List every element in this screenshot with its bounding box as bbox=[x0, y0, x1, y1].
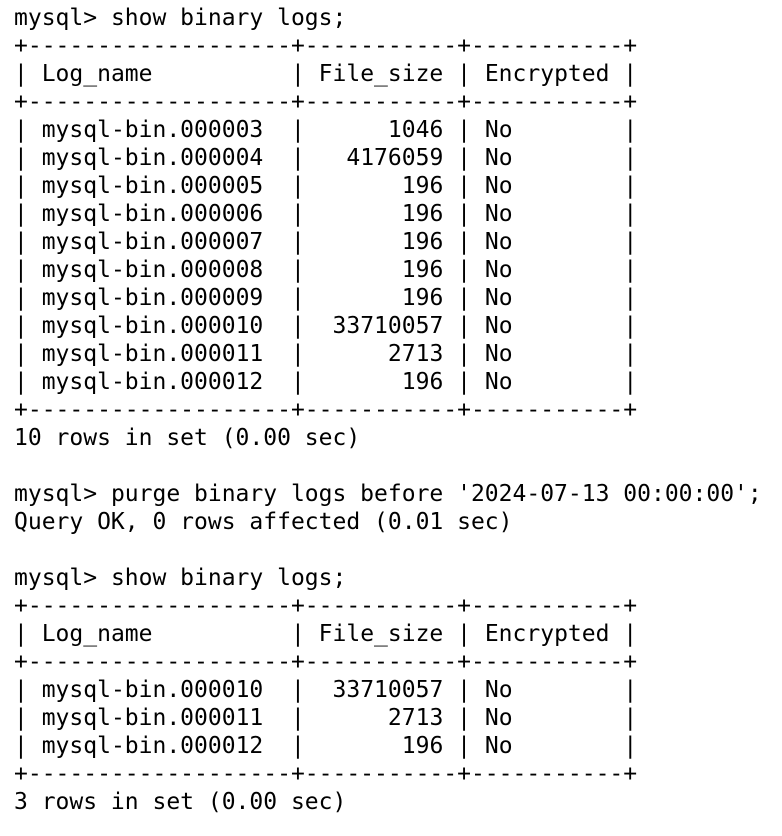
result-summary: 3 rows in set (0.00 sec) bbox=[14, 789, 347, 815]
result-table: +-------------------+-----------+-------… bbox=[14, 592, 782, 788]
log-name-cell: mysql-bin.000010 bbox=[41, 677, 264, 703]
file-size-cell: 33710057 bbox=[332, 313, 444, 339]
file-size-cell: 33710057 bbox=[332, 677, 444, 703]
log-name-cell: mysql-bin.000003 bbox=[41, 117, 264, 143]
table-row: | mysql-bin.000011 | 2713 | No | bbox=[14, 705, 638, 731]
log-name-cell: mysql-bin.000011 bbox=[41, 705, 264, 731]
column-header: Log_name bbox=[41, 61, 153, 87]
mysql-prompt: mysql> bbox=[14, 565, 111, 591]
terminal-output[interactable]: mysql> show binary logs; +---------------… bbox=[0, 0, 782, 836]
table-border: +-------------------+-----------+-------… bbox=[14, 761, 638, 787]
table-row: | mysql-bin.000003 | 1046 | No | bbox=[14, 117, 638, 143]
encrypted-cell: No bbox=[484, 145, 513, 171]
file-size-cell: 196 bbox=[401, 201, 444, 227]
column-header: Encrypted bbox=[484, 621, 610, 647]
table-row: | mysql-bin.000009 | 196 | No | bbox=[14, 285, 638, 311]
log-name-cell: mysql-bin.000012 bbox=[41, 733, 264, 759]
log-name-cell: mysql-bin.000005 bbox=[41, 173, 264, 199]
table-row: | mysql-bin.000012 | 196 | No | bbox=[14, 733, 638, 759]
file-size-cell: 1046 bbox=[387, 117, 444, 143]
encrypted-cell: No bbox=[484, 733, 513, 759]
encrypted-cell: No bbox=[484, 285, 513, 311]
file-size-cell: 196 bbox=[401, 285, 444, 311]
log-name-cell: mysql-bin.000008 bbox=[41, 257, 264, 283]
command-line: mysql> show binary logs; bbox=[14, 564, 782, 592]
table-header-row: | Log_name | File_size | Encrypted | bbox=[14, 621, 638, 647]
file-size-cell: 2713 bbox=[387, 341, 444, 367]
log-name-cell: mysql-bin.000011 bbox=[41, 341, 264, 367]
file-size-cell: 196 bbox=[401, 229, 444, 255]
command-line: mysql> show binary logs; bbox=[14, 4, 782, 32]
table-border: +-------------------+-----------+-------… bbox=[14, 89, 638, 115]
column-header: File_size bbox=[318, 61, 444, 87]
encrypted-cell: No bbox=[484, 705, 513, 731]
file-size-cell: 196 bbox=[401, 173, 444, 199]
table-row: | mysql-bin.000006 | 196 | No | bbox=[14, 201, 638, 227]
table-row: | mysql-bin.000004 | 4176059 | No | bbox=[14, 145, 638, 171]
table-row: | mysql-bin.000008 | 196 | No | bbox=[14, 257, 638, 283]
file-size-cell: 2713 bbox=[387, 705, 444, 731]
file-size-cell: 196 bbox=[401, 257, 444, 283]
log-name-cell: mysql-bin.000006 bbox=[41, 201, 264, 227]
column-header: Log_name bbox=[41, 621, 153, 647]
command-line: mysql> purge binary logs before '2024-07… bbox=[14, 480, 782, 508]
log-name-cell: mysql-bin.000009 bbox=[41, 285, 264, 311]
table-row: | mysql-bin.000005 | 196 | No | bbox=[14, 173, 638, 199]
table-header-row: | Log_name | File_size | Encrypted | bbox=[14, 61, 638, 87]
table-row: | mysql-bin.000007 | 196 | No | bbox=[14, 229, 638, 255]
mysql-prompt: mysql> bbox=[14, 481, 111, 507]
log-name-cell: mysql-bin.000012 bbox=[41, 369, 264, 395]
column-header: Encrypted bbox=[484, 61, 610, 87]
table-border: +-------------------+-----------+-------… bbox=[14, 593, 638, 619]
command-text: show binary logs; bbox=[110, 5, 347, 31]
table-row: | mysql-bin.000010 | 33710057 | No | bbox=[14, 677, 638, 703]
encrypted-cell: No bbox=[484, 117, 513, 143]
file-size-cell: 196 bbox=[401, 733, 444, 759]
command-text: show binary logs; bbox=[110, 565, 347, 591]
encrypted-cell: No bbox=[484, 173, 513, 199]
result-summary: Query OK, 0 rows affected (0.01 sec) bbox=[14, 509, 513, 535]
table-border: +-------------------+-----------+-------… bbox=[14, 649, 638, 675]
encrypted-cell: No bbox=[484, 341, 513, 367]
result-table: +-------------------+-----------+-------… bbox=[14, 32, 782, 424]
log-name-cell: mysql-bin.000007 bbox=[41, 229, 264, 255]
result-summary: 10 rows in set (0.00 sec) bbox=[14, 425, 361, 451]
table-row: | mysql-bin.000011 | 2713 | No | bbox=[14, 341, 638, 367]
column-header: File_size bbox=[318, 621, 444, 647]
encrypted-cell: No bbox=[484, 313, 513, 339]
encrypted-cell: No bbox=[484, 257, 513, 283]
table-row: | mysql-bin.000012 | 196 | No | bbox=[14, 369, 638, 395]
table-border: +-------------------+-----------+-------… bbox=[14, 397, 638, 423]
file-size-cell: 196 bbox=[401, 369, 444, 395]
log-name-cell: mysql-bin.000004 bbox=[41, 145, 264, 171]
mysql-prompt: mysql> bbox=[14, 5, 111, 31]
command-text: purge binary logs before '2024-07-13 00:… bbox=[110, 481, 762, 507]
encrypted-cell: No bbox=[484, 369, 513, 395]
table-row: | mysql-bin.000010 | 33710057 | No | bbox=[14, 313, 638, 339]
encrypted-cell: No bbox=[484, 201, 513, 227]
file-size-cell: 4176059 bbox=[346, 145, 444, 171]
log-name-cell: mysql-bin.000010 bbox=[41, 313, 264, 339]
encrypted-cell: No bbox=[484, 229, 513, 255]
table-border: +-------------------+-----------+-------… bbox=[14, 33, 638, 59]
encrypted-cell: No bbox=[484, 677, 513, 703]
